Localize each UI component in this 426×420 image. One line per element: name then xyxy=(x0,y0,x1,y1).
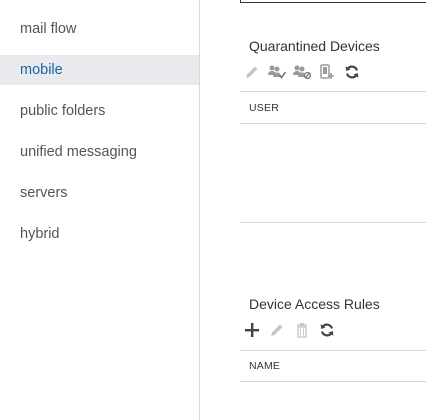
main-content: Quarantined Devices USER Device Access R… xyxy=(200,0,426,420)
refresh-icon[interactable] xyxy=(317,321,337,339)
delete-icon[interactable] xyxy=(292,321,312,339)
nav-item-servers[interactable]: servers xyxy=(0,178,199,208)
allow-users-icon[interactable] xyxy=(267,63,287,81)
device-access-rules-title: Device Access Rules xyxy=(249,296,380,312)
edit-icon[interactable] xyxy=(242,63,262,81)
divider xyxy=(240,381,426,382)
access-rules-toolbar xyxy=(242,321,337,339)
block-users-icon[interactable] xyxy=(292,63,312,81)
previous-section-border xyxy=(240,0,426,3)
nav-item-unified-messaging[interactable]: unified messaging xyxy=(0,137,199,167)
column-header-user[interactable]: USER xyxy=(249,102,279,114)
list-bottom-border xyxy=(240,222,426,223)
nav-item-public-folders[interactable]: public folders xyxy=(0,96,199,126)
divider xyxy=(240,350,426,351)
divider xyxy=(240,123,426,124)
quarantined-devices-title: Quarantined Devices xyxy=(249,38,380,54)
device-details-icon[interactable] xyxy=(317,63,337,81)
refresh-icon[interactable] xyxy=(342,63,362,81)
divider xyxy=(240,91,426,92)
quarantined-toolbar xyxy=(242,63,362,81)
column-header-name[interactable]: NAME xyxy=(249,360,280,372)
nav-item-mail-flow[interactable]: mail flow xyxy=(0,14,199,44)
edit-icon[interactable] xyxy=(267,321,287,339)
navigation-sidebar: mail flow mobile public folders unified … xyxy=(0,0,200,420)
add-icon[interactable] xyxy=(242,321,262,339)
nav-item-mobile[interactable]: mobile xyxy=(0,55,199,85)
nav-item-hybrid[interactable]: hybrid xyxy=(0,219,199,249)
